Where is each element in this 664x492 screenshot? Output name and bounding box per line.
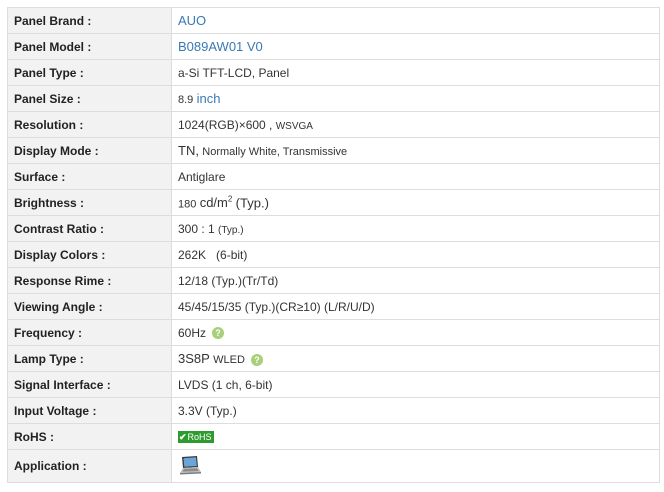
row-label: Brightness : [7, 189, 172, 216]
brightness-number: 180 [178, 198, 197, 211]
input-voltage-value: 3.3V (Typ.) [171, 397, 660, 424]
table-row: Contrast Ratio : 300 : 1 (Typ.) [7, 215, 660, 242]
panel-size-number: 8.9 [178, 94, 194, 106]
table-row: Input Voltage : 3.3V (Typ.) [7, 397, 660, 424]
contrast-ratio-value: 300 : 1 [178, 221, 215, 236]
laptop-icon [178, 455, 202, 478]
resolution-format: WSVGA [275, 120, 313, 132]
row-label: Lamp Type : [7, 345, 172, 372]
contrast-ratio-typ: (Typ.) [218, 224, 244, 236]
table-row: Brightness : 180 cd/m2 (Typ.) [7, 189, 660, 216]
table-row: Surface : Antiglare [7, 163, 660, 190]
row-label: Viewing Angle : [7, 293, 172, 320]
row-label: Resolution : [7, 111, 172, 138]
row-label: Display Mode : [7, 137, 172, 164]
brightness-typ: (Typ.) [235, 195, 269, 211]
display-colors-value: 262K (6-bit) [171, 241, 660, 268]
surface-value: Antiglare [171, 163, 660, 190]
spec-table: Panel Brand : AUO Panel Model : B089AW01… [7, 7, 660, 483]
table-row: Panel Model : B089AW01 V0 [7, 33, 660, 60]
panel-brand-link[interactable]: AUO [178, 13, 206, 28]
display-mode-detail: Normally White, Transmissive [202, 146, 348, 158]
row-label: Response Rime : [7, 267, 172, 294]
signal-interface-value: LVDS (1 ch, 6-bit) [171, 371, 660, 398]
rohs-badge: ✔RoHS [178, 431, 214, 444]
row-label: Application : [7, 449, 172, 483]
table-row: Signal Interface : LVDS (1 ch, 6-bit) [7, 371, 660, 398]
unit-exponent: 2 [227, 194, 233, 204]
brightness-unit: cd/m2 [199, 194, 233, 211]
display-mode-value: TN, [178, 143, 199, 158]
resolution-value: 1024(RGB)×600 , [178, 117, 273, 132]
row-label: Panel Size : [7, 85, 172, 112]
lamp-type-value: 3S8P [178, 351, 210, 366]
table-row: Display Colors : 262K (6-bit) [7, 241, 660, 268]
table-row: RoHS : ✔RoHS [7, 423, 660, 450]
panel-size-unit-link[interactable]: inch [197, 91, 221, 106]
lamp-type-detail: WLED [213, 354, 245, 366]
row-label: Signal Interface : [7, 371, 172, 398]
table-row: Display Mode : TN, Normally White, Trans… [7, 137, 660, 164]
row-label: Panel Type : [7, 59, 172, 86]
table-row: Viewing Angle : 45/45/15/35 (Typ.)(CR≥10… [7, 293, 660, 320]
row-label: Contrast Ratio : [7, 215, 172, 242]
row-label: Display Colors : [7, 241, 172, 268]
table-row: Panel Size : 8.9 inch [7, 85, 660, 112]
table-row: Resolution : 1024(RGB)×600 , WSVGA [7, 111, 660, 138]
response-time-value: 12/18 (Typ.)(Tr/Td) [171, 267, 660, 294]
frequency-value: 60Hz [178, 325, 207, 340]
table-row: Application : [7, 449, 660, 483]
row-label: Frequency : [7, 319, 172, 346]
row-label: Panel Brand : [7, 7, 172, 34]
table-row: Lamp Type : 3S8P WLED? [7, 345, 660, 372]
row-label: Panel Model : [7, 33, 172, 60]
table-row: Response Rime : 12/18 (Typ.)(Tr/Td) [7, 267, 660, 294]
table-row: Panel Brand : AUO [7, 7, 660, 34]
checkmark-icon: ✔ [179, 432, 187, 443]
rohs-badge-label: RoHS [187, 432, 212, 443]
viewing-angle-value: 45/45/15/35 (Typ.)(CR≥10) (L/R/U/D) [171, 293, 660, 320]
question-circle-icon[interactable]: ? [212, 327, 225, 340]
row-label: Surface : [7, 163, 172, 190]
panel-type-value: a-Si TFT-LCD, Panel [171, 59, 660, 86]
table-row: Frequency : 60Hz? [7, 319, 660, 346]
panel-model-link[interactable]: B089AW01 V0 [178, 39, 263, 54]
table-row: Panel Type : a-Si TFT-LCD, Panel [7, 59, 660, 86]
row-label: Input Voltage : [7, 397, 172, 424]
question-circle-icon[interactable]: ? [250, 353, 263, 366]
row-label: RoHS : [7, 423, 172, 450]
